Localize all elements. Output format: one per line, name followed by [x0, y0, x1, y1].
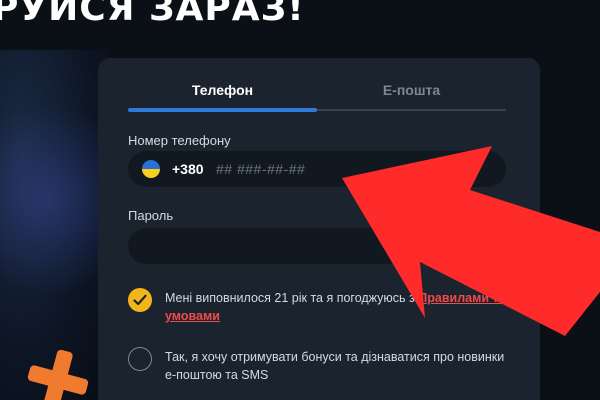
bonus-checkbox[interactable] [128, 347, 152, 371]
hero-background [0, 50, 110, 400]
tab-phone[interactable]: Телефон [128, 82, 317, 98]
password-input-wrapper[interactable] [128, 228, 506, 264]
phone-label: Номер телефону [128, 133, 231, 148]
tab-underline [128, 108, 506, 112]
checkmark-icon [133, 294, 147, 306]
registration-form-panel: Телефон Е-пошта Номер телефону +380 Паро… [98, 58, 540, 400]
tab-email[interactable]: Е-пошта [317, 82, 506, 98]
page-title: РУЙСЯ ЗАРАЗ! [0, 0, 305, 29]
terms-text-main: Мені виповнилося 21 рік та я погоджуюсь … [165, 291, 419, 305]
password-label: Пароль [128, 208, 174, 223]
terms-text: Мені виповнилося 21 рік та я погоджуюсь … [165, 289, 510, 325]
ukraine-flag-icon[interactable] [142, 160, 160, 178]
country-code: +380 [172, 161, 204, 177]
phone-input-wrapper[interactable]: +380 [128, 151, 506, 187]
terms-checkbox[interactable] [128, 288, 152, 312]
background-glow [0, 90, 110, 310]
bonus-text: Так, я хочу отримувати бонуси та дізнава… [165, 350, 505, 382]
phone-input[interactable] [216, 157, 486, 181]
active-tab-indicator [128, 108, 317, 112]
password-input[interactable] [144, 234, 490, 258]
plus-decoration-icon [21, 343, 94, 400]
